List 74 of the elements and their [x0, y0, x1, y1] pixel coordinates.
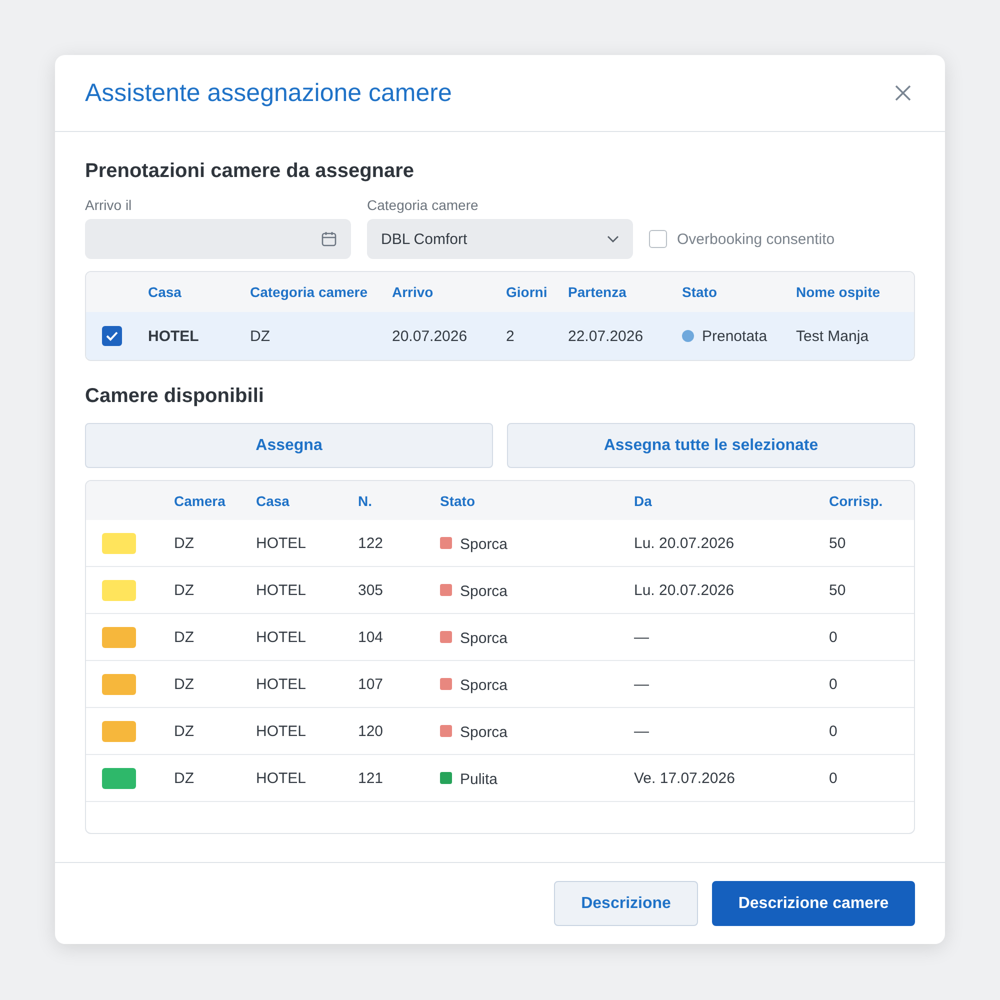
table-cell-text: 120 — [358, 722, 384, 740]
status-text: Sporca — [460, 628, 508, 646]
table-cell-text: HOTEL — [256, 722, 308, 740]
column-header: Stato — [682, 284, 718, 300]
table-cell-text: HOTEL — [256, 582, 308, 598]
table-cell-text: Ve. 17.07.2026 — [634, 770, 736, 786]
column-header: Stato — [440, 492, 476, 508]
chevron-icon — [607, 235, 619, 243]
table-cell-text: DZ — [250, 328, 271, 344]
status-text: Sporca — [460, 676, 508, 694]
column-header: Casa — [148, 284, 182, 300]
table-cell-text: DZ — [174, 582, 195, 598]
table-cell-text: DZ — [174, 676, 195, 692]
table-cell-text: DZ — [174, 628, 195, 646]
booking-row[interactable]: HOTEL DZ 20.07.2026 2 22.07.2026 Prenotata Test Manja — [86, 312, 914, 360]
table-cell-text: 2 — [506, 328, 516, 344]
column-header: Da — [634, 492, 653, 508]
table-cell-text: 0 — [829, 676, 838, 692]
assign-button[interactable]: Assegna tutte le selezionate — [507, 423, 915, 468]
status-text: Sporca — [460, 722, 508, 740]
status-text: Pulita — [460, 770, 498, 788]
column-header: Categoria camere — [250, 284, 369, 300]
overbooking-checkbox[interactable]: Overbooking consentito — [649, 219, 835, 259]
table-cell-text: 0 — [829, 722, 838, 740]
table-cell-text: Lu. 20.07.2026 — [634, 534, 736, 552]
table-cell-text: 22.07.2026 — [568, 328, 644, 344]
close-icon[interactable] — [895, 85, 911, 101]
table-cell-text: 121 — [358, 770, 384, 786]
column-header: N. — [358, 492, 373, 508]
table-cell-text: 50 — [829, 582, 847, 598]
category-dropdown[interactable]: DBL Comfort — [367, 219, 633, 259]
table-cell-text: HOTEL — [256, 676, 308, 692]
table-cell-text: 0 — [829, 770, 838, 786]
secondary-button[interactable]: Descrizione — [554, 881, 698, 926]
table-cell-text: DZ — [174, 770, 195, 786]
table-cell-text: Lu. 20.07.2026 — [634, 582, 736, 598]
status-text: Sporca — [460, 582, 508, 600]
table-cell-text: DZ — [174, 722, 195, 740]
table-cell-text: HOTEL — [256, 770, 308, 786]
section-title: Prenotazioni camere da assegnare — [85, 160, 416, 183]
table-cell-text: 122 — [358, 534, 384, 552]
column-header: Nome ospite — [796, 284, 882, 300]
table-cell-text: HOTEL — [256, 628, 308, 646]
field-label: Arrivo il — [85, 197, 133, 213]
primary-button[interactable]: Descrizione camere — [712, 881, 915, 926]
column-header: Corrisp. — [829, 492, 884, 508]
check-icon — [106, 331, 118, 341]
assign-button[interactable]: Assegna — [85, 423, 493, 468]
table-cell-text: 305 — [358, 582, 384, 598]
table-cell-text: 20.07.2026 — [392, 328, 468, 344]
table-cell-text: DZ — [174, 534, 195, 552]
table-cell-text: HOTEL — [256, 534, 308, 552]
table-cell-text: 107 — [358, 676, 384, 692]
dialog-title: Assistente assegnazione camere — [85, 78, 452, 108]
table-cell-text: HOTEL — [148, 328, 200, 344]
table-cell-text: 50 — [829, 534, 847, 552]
status-text: Prenotata — [702, 328, 768, 344]
section-title: Camere disponibili — [85, 385, 265, 408]
column-header: Casa — [256, 492, 290, 508]
table-cell-text: — — [634, 722, 650, 740]
column-header: Arrivo — [392, 284, 434, 300]
calendar-icon[interactable] — [321, 231, 337, 247]
table-cell-text: — — [634, 676, 650, 692]
table-cell-text: 104 — [358, 628, 384, 646]
table-cell-text: Test Manja — [796, 328, 870, 344]
column-header: Partenza — [568, 284, 628, 300]
table-cell-text: 0 — [829, 628, 838, 646]
row-checkbox[interactable] — [102, 326, 122, 346]
date-field[interactable] — [85, 219, 351, 259]
table-cell-text: — — [634, 628, 650, 646]
column-header: Giorni — [506, 284, 548, 300]
column-header: Camera — [174, 492, 226, 508]
status-text: Sporca — [460, 534, 508, 552]
field-label: Categoria camere — [367, 197, 480, 213]
